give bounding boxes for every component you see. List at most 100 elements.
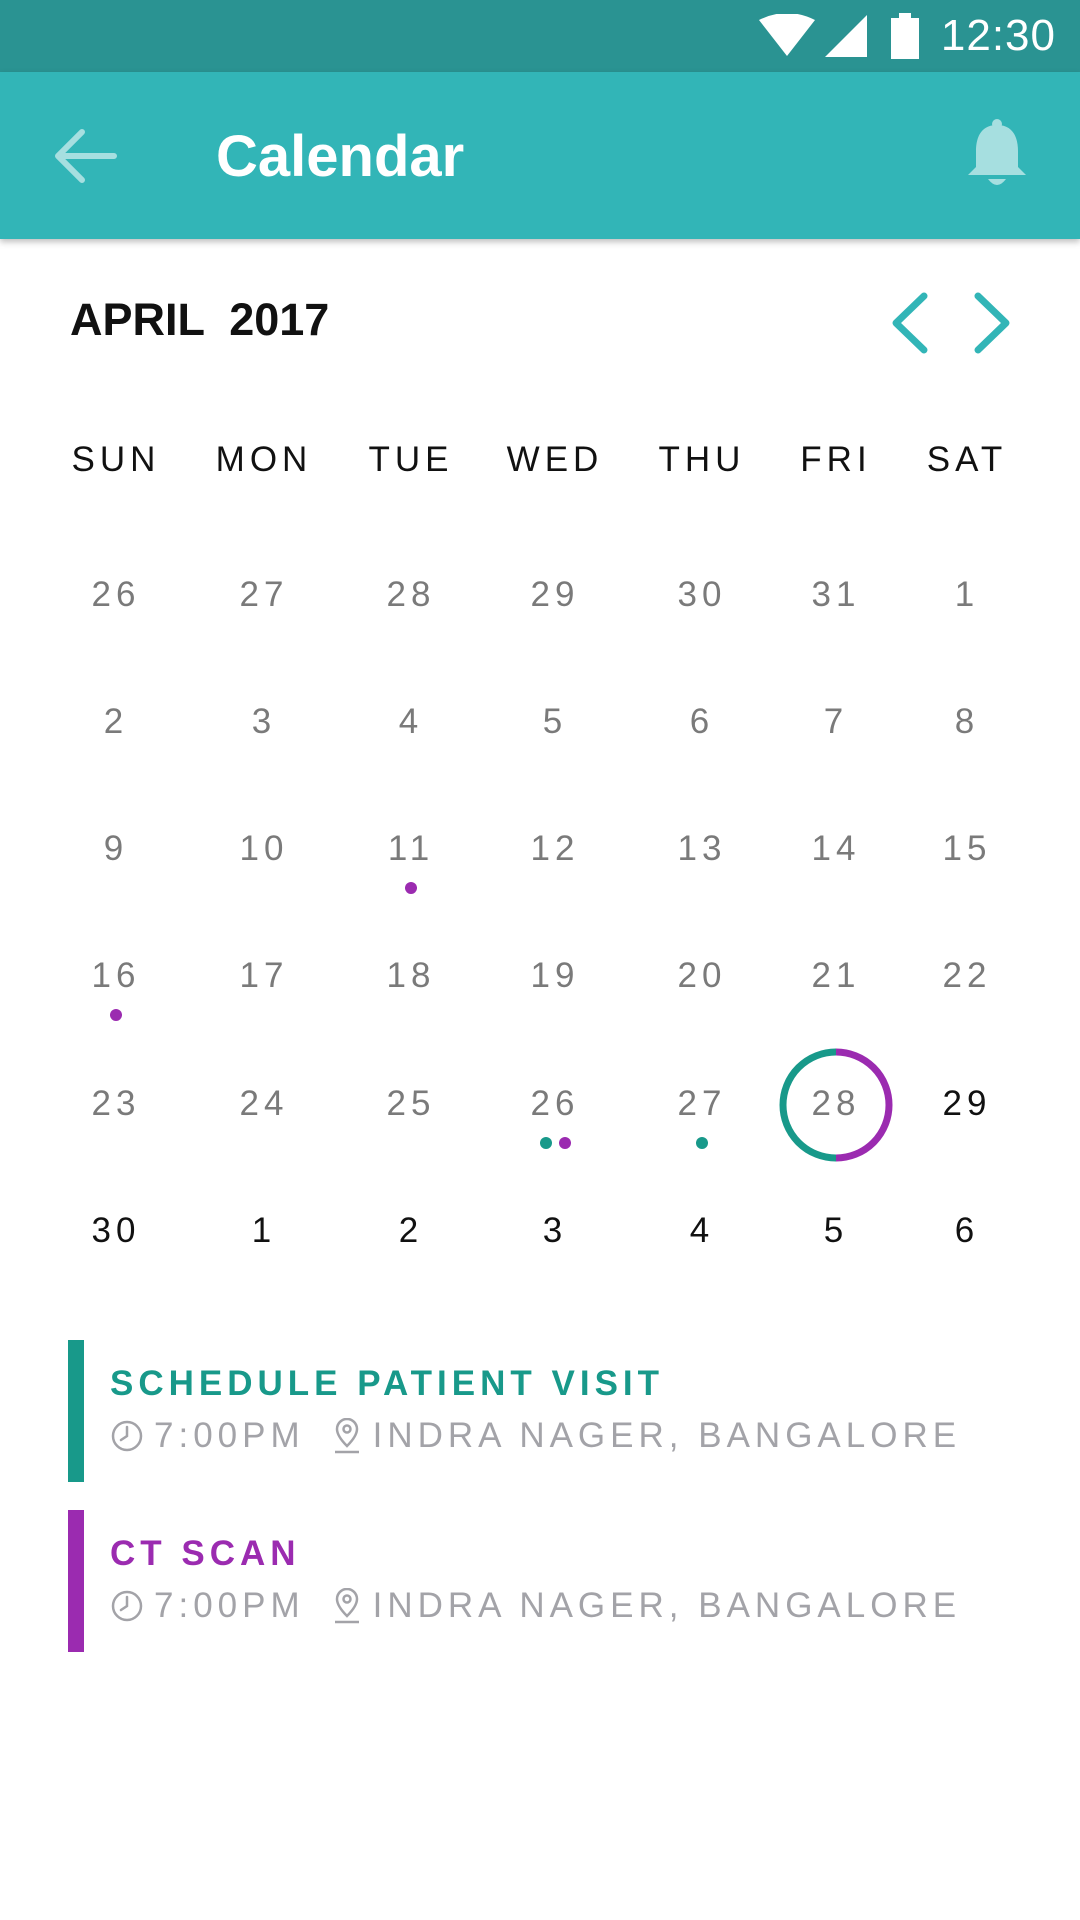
event-card[interactable]: SCHEDULE PATIENT VISIT 7:00PM INDRA NAGER,… [68, 1340, 1018, 1482]
calendar-day[interactable]: 25 [341, 1079, 481, 1189]
calendar-day[interactable]: 8 [897, 697, 1037, 807]
calendar-day[interactable]: 4 [632, 1206, 772, 1316]
calendar-day-number: 28 [386, 575, 436, 614]
calendar-day[interactable]: 20 [632, 951, 772, 1061]
calendar-day[interactable]: 27 [632, 1079, 772, 1189]
calendar-day[interactable]: 6 [897, 1206, 1037, 1316]
calendar-day-number: 28 [811, 1084, 861, 1123]
location-pin-icon [331, 1418, 363, 1454]
calendar-day[interactable]: 5 [485, 697, 625, 807]
calendar-day[interactable]: 13 [632, 824, 772, 934]
calendar-day-number: 15 [942, 829, 992, 868]
calendar-day-number: 4 [398, 702, 424, 741]
event-indicators [632, 1137, 772, 1151]
calendar-day-selected[interactable]: 28 [766, 1048, 906, 1189]
calendar-day[interactable]: 9 [46, 824, 186, 934]
calendar-day-number: 29 [530, 575, 580, 614]
calendar-day[interactable]: 10 [194, 824, 334, 934]
event-meta: 7:00PM INDRA NAGER, BANGALORE [110, 1586, 961, 1626]
calendar-day[interactable]: 5 [766, 1206, 906, 1316]
calendar-day[interactable]: 11 [341, 824, 481, 934]
event-location: INDRA NAGER, BANGALORE [372, 1416, 962, 1455]
calendar-day[interactable]: 1 [897, 570, 1037, 680]
calendar-day-number: 27 [239, 575, 289, 614]
calendar-day[interactable]: 2 [46, 697, 186, 807]
calendar-day-number: 26 [530, 1084, 580, 1123]
calendar-day[interactable]: 18 [341, 951, 481, 1061]
calendar-day[interactable]: 16 [46, 951, 186, 1061]
calendar-day-number: 30 [91, 1211, 141, 1250]
event-color-bar [68, 1340, 84, 1482]
calendar-day[interactable]: 31 [766, 570, 906, 680]
calendar-day[interactable]: 2 [341, 1206, 481, 1316]
calendar-day[interactable]: 30 [632, 570, 772, 680]
calendar-day[interactable]: 6 [632, 697, 772, 807]
calendar-day[interactable]: 28 [341, 570, 481, 680]
event-dot [696, 1137, 708, 1149]
calendar-day[interactable]: 1 [194, 1206, 334, 1316]
calendar-day-number: 20 [677, 956, 727, 995]
calendar-day-number: 1 [954, 575, 980, 614]
event-color-bar [68, 1510, 84, 1652]
calendar-day[interactable]: 24 [194, 1079, 334, 1189]
event-indicators [341, 882, 481, 896]
calendar-day[interactable]: 3 [194, 697, 334, 807]
calendar-day[interactable]: 12 [485, 824, 625, 934]
calendar-day-number: 3 [542, 1211, 568, 1250]
calendar-day[interactable]: 4 [341, 697, 481, 807]
calendar-day[interactable]: 26 [46, 570, 186, 680]
calendar-day-number: 2 [398, 1211, 424, 1250]
arrow-left-icon [55, 129, 117, 183]
calendar-day-number: 1 [251, 1211, 277, 1250]
calendar-day[interactable]: 3 [485, 1206, 625, 1316]
calendar-day-number: 5 [542, 702, 568, 741]
calendar-day-number: 25 [386, 1084, 436, 1123]
clock-icon [110, 1419, 144, 1453]
calendar-day-number: 18 [386, 956, 436, 995]
event-card[interactable]: CT SCAN 7:00PM INDRA NAGER, BANGALORE [68, 1510, 1018, 1652]
calendar-day-number: 29 [942, 1084, 992, 1123]
event-indicators [485, 1137, 625, 1151]
calendar-day[interactable]: 22 [897, 951, 1037, 1061]
event-indicators [46, 1009, 186, 1023]
calendar-day[interactable]: 7 [766, 697, 906, 807]
calendar-day-number: 13 [677, 829, 727, 868]
event-title: CT SCAN [110, 1534, 301, 1573]
calendar-day[interactable]: 26 [485, 1079, 625, 1189]
calendar-day-number: 10 [239, 829, 289, 868]
calendar-day-number: 26 [91, 575, 141, 614]
event-title: SCHEDULE PATIENT VISIT [110, 1364, 665, 1403]
calendar-day[interactable]: 14 [766, 824, 906, 934]
calendar-day-number: 9 [103, 829, 129, 868]
calendar-day-number: 7 [823, 702, 849, 741]
calendar-day-number: 16 [91, 956, 141, 995]
clock-icon [110, 1589, 144, 1623]
calendar-day-number: 4 [689, 1211, 715, 1250]
calendar-day[interactable]: 15 [897, 824, 1037, 934]
back-button[interactable] [52, 122, 120, 190]
calendar-day[interactable]: 23 [46, 1079, 186, 1189]
calendar-day[interactable]: 17 [194, 951, 334, 1061]
event-dot [110, 1009, 122, 1021]
calendar-day[interactable]: 29 [485, 570, 625, 680]
calendar-day-number: 12 [530, 829, 580, 868]
calendar-day-number: 31 [811, 575, 861, 614]
calendar-day-number: 27 [677, 1084, 727, 1123]
calendar-day-number: 14 [811, 829, 861, 868]
calendar-day-number: 6 [954, 1211, 980, 1250]
calendar-day-number: 6 [689, 702, 715, 741]
calendar-day-number: 3 [251, 702, 277, 741]
notifications-button[interactable] [966, 119, 1028, 189]
calendar-day-number: 21 [811, 956, 861, 995]
event-meta: 7:00PM INDRA NAGER, BANGALORE [110, 1416, 961, 1456]
calendar-day[interactable]: 30 [46, 1206, 186, 1316]
calendar-day-number: 5 [823, 1211, 849, 1250]
calendar-day[interactable]: 29 [897, 1079, 1037, 1189]
calendar-day-number: 30 [677, 575, 727, 614]
bell-icon [968, 119, 1026, 185]
event-location: INDRA NAGER, BANGALORE [372, 1586, 962, 1625]
calendar-day-number: 8 [954, 702, 980, 741]
calendar-day[interactable]: 19 [485, 951, 625, 1061]
calendar-day[interactable]: 27 [194, 570, 334, 680]
calendar-day[interactable]: 21 [766, 951, 906, 1061]
